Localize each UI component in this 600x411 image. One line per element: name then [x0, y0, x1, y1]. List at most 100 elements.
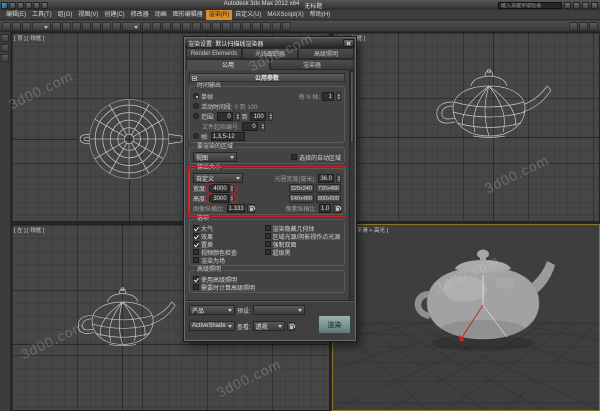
dialog-scrollbar[interactable] — [349, 70, 354, 301]
output-size-preset-dropdown[interactable]: 自定义 — [193, 173, 243, 183]
image-aspect-field[interactable]: 1.333 — [226, 203, 245, 213]
range-radio[interactable] — [193, 113, 199, 119]
spinner-snap-icon[interactable] — [202, 21, 211, 31]
spinner-icon[interactable] — [267, 111, 273, 121]
area-lights-as-points-checkbox[interactable]: 区域光源/阴影视作点光源 — [264, 232, 340, 240]
render-production-icon[interactable] — [589, 21, 598, 31]
height-field[interactable]: 3000 — [208, 193, 229, 203]
undo-icon[interactable] — [33, 1, 40, 9]
communication-center-icon[interactable] — [572, 1, 580, 9]
activeshade-dropdown[interactable]: ActiveShade — [189, 321, 235, 331]
file-number-field[interactable]: 0 — [241, 121, 258, 131]
preset-320x240-button[interactable]: 320x240 — [288, 183, 314, 193]
graphite-ribbon-icon[interactable] — [252, 21, 261, 31]
new-file-icon[interactable] — [9, 1, 16, 9]
common-parameters-rollout[interactable]: 公用参数 — [189, 73, 345, 82]
render-hidden-geometry-checkbox[interactable]: 渲染隐藏几何体 — [264, 224, 315, 232]
frames-field[interactable]: 1,3,5-12 — [210, 131, 245, 141]
super-black-checkbox[interactable]: 超级黑 — [264, 248, 291, 256]
teapot-shaded[interactable] — [405, 239, 561, 359]
snap-options-icon[interactable] — [1, 44, 9, 52]
select-by-name-icon[interactable] — [62, 21, 71, 31]
teapot-top-wireframe[interactable] — [76, 90, 186, 188]
menu-help[interactable]: 帮助(H) — [307, 10, 333, 20]
render-setup-icon[interactable] — [569, 21, 578, 31]
preset-720x486-button[interactable]: 720x486 — [315, 183, 341, 193]
displacement-checkbox[interactable]: 置换 — [193, 240, 263, 248]
menu-customize[interactable]: 自定义(U) — [232, 10, 264, 20]
viewport-left-label[interactable]: [ 左 ] [ 线框 ] — [14, 226, 44, 234]
spinner-icon[interactable] — [336, 173, 341, 183]
layer-manager-icon[interactable] — [242, 21, 251, 31]
menu-create[interactable]: 创建(C) — [101, 10, 127, 20]
keyboard-override-icon[interactable] — [162, 21, 171, 31]
menu-animation[interactable]: 动画 — [152, 10, 170, 20]
tab-common[interactable]: 公用 — [186, 59, 270, 70]
rendered-frame-icon[interactable] — [579, 21, 588, 31]
viewport-top-label[interactable]: [ 顶 ] [ 线框 ] — [14, 34, 44, 42]
tab-renderer[interactable]: 渲染器 — [270, 59, 354, 70]
schematic-view-icon[interactable] — [272, 21, 281, 31]
search-icon[interactable] — [563, 1, 571, 9]
edit-named-selections-icon[interactable] — [212, 21, 221, 31]
mirror-icon[interactable] — [222, 21, 231, 31]
infocenter-search-input[interactable]: 键入关键字或短语 — [497, 1, 562, 9]
menu-edit[interactable]: 编辑(E) — [3, 10, 29, 20]
spinner-icon[interactable] — [234, 111, 240, 121]
video-color-check-checkbox[interactable]: 视频颜色检查 — [193, 248, 263, 256]
tab-advanced-lighting[interactable]: 高级照明 — [298, 48, 354, 59]
select-move-icon[interactable] — [92, 21, 101, 31]
material-editor-icon[interactable] — [282, 21, 291, 31]
lock-pixel-aspect-icon[interactable] — [333, 203, 341, 213]
lock-viewport-icon[interactable] — [286, 321, 295, 331]
unlink-selection-icon[interactable] — [12, 21, 21, 31]
lock-image-aspect-icon[interactable] — [246, 203, 255, 213]
dialog-title-bar[interactable]: 渲染设置: 默认扫描线渲染器 — [185, 38, 355, 48]
teapot-front-wireframe[interactable] — [427, 66, 559, 152]
compute-advanced-lighting-checkbox[interactable]: 需要时计算高级照明 — [193, 283, 255, 291]
viewport-perspective[interactable]: [ 透视 ] [ 平滑 + 高光 ] — [332, 224, 600, 411]
production-dropdown[interactable]: 产品 — [189, 305, 235, 315]
menu-tools[interactable]: 工具(T) — [29, 10, 55, 20]
rect-selection-region-icon[interactable] — [72, 21, 81, 31]
render-to-fields-checkbox[interactable]: 渲染为场 — [193, 256, 263, 264]
atmosphere-checkbox[interactable]: 大气 — [193, 224, 263, 232]
use-pivot-center-icon[interactable] — [142, 21, 151, 31]
select-manipulate-icon[interactable] — [152, 21, 161, 31]
percent-snap-icon[interactable] — [192, 21, 201, 31]
select-rotate-icon[interactable] — [102, 21, 111, 31]
spinner-icon[interactable] — [228, 183, 234, 193]
area-view-dropdown[interactable]: 视图 — [193, 152, 237, 162]
aperture-field[interactable]: 36.0 — [318, 173, 334, 183]
menu-views[interactable]: 视图(V) — [75, 10, 101, 20]
menu-rendering[interactable]: 渲染(R) — [205, 9, 233, 20]
range-to-field[interactable]: 100 — [249, 111, 266, 121]
selection-filter-dropdown[interactable] — [32, 21, 51, 31]
menu-maxscript[interactable]: MAXScript(X) — [264, 10, 306, 20]
redo-icon[interactable] — [41, 1, 48, 9]
close-icon[interactable] — [343, 39, 354, 47]
scrollbar-thumb[interactable] — [350, 71, 354, 143]
menu-modifiers[interactable]: 修改器 — [128, 10, 152, 20]
teapot-left-wireframe[interactable] — [70, 285, 182, 358]
preset-dropdown[interactable] — [252, 305, 305, 315]
use-advanced-lighting-checkbox[interactable]: 使用高级照明 — [193, 275, 237, 283]
every-nth-field[interactable]: 1 — [322, 91, 334, 101]
effects-checkbox[interactable]: 效果 — [193, 232, 263, 240]
bind-spacewarp-icon[interactable] — [22, 21, 31, 31]
select-scale-icon[interactable] — [112, 21, 121, 31]
align-icon[interactable] — [232, 21, 241, 31]
reference-coord-dropdown[interactable] — [122, 21, 141, 31]
select-object-icon[interactable] — [52, 21, 61, 31]
active-segment-radio[interactable] — [193, 103, 199, 109]
snap-3d-icon[interactable] — [172, 21, 181, 31]
viewport-select-dropdown[interactable]: 透视 — [252, 321, 285, 331]
window-crossing-icon[interactable] — [82, 21, 91, 31]
spinner-icon[interactable] — [259, 121, 265, 131]
viewport-front[interactable]: [ 前 ] [ 线框 ] — [332, 32, 600, 222]
width-field[interactable]: 4000 — [208, 183, 229, 193]
frames-radio[interactable] — [193, 133, 199, 139]
save-file-icon[interactable] — [25, 1, 32, 9]
spinner-icon[interactable] — [336, 91, 341, 101]
menu-group[interactable]: 组(G) — [55, 10, 76, 20]
